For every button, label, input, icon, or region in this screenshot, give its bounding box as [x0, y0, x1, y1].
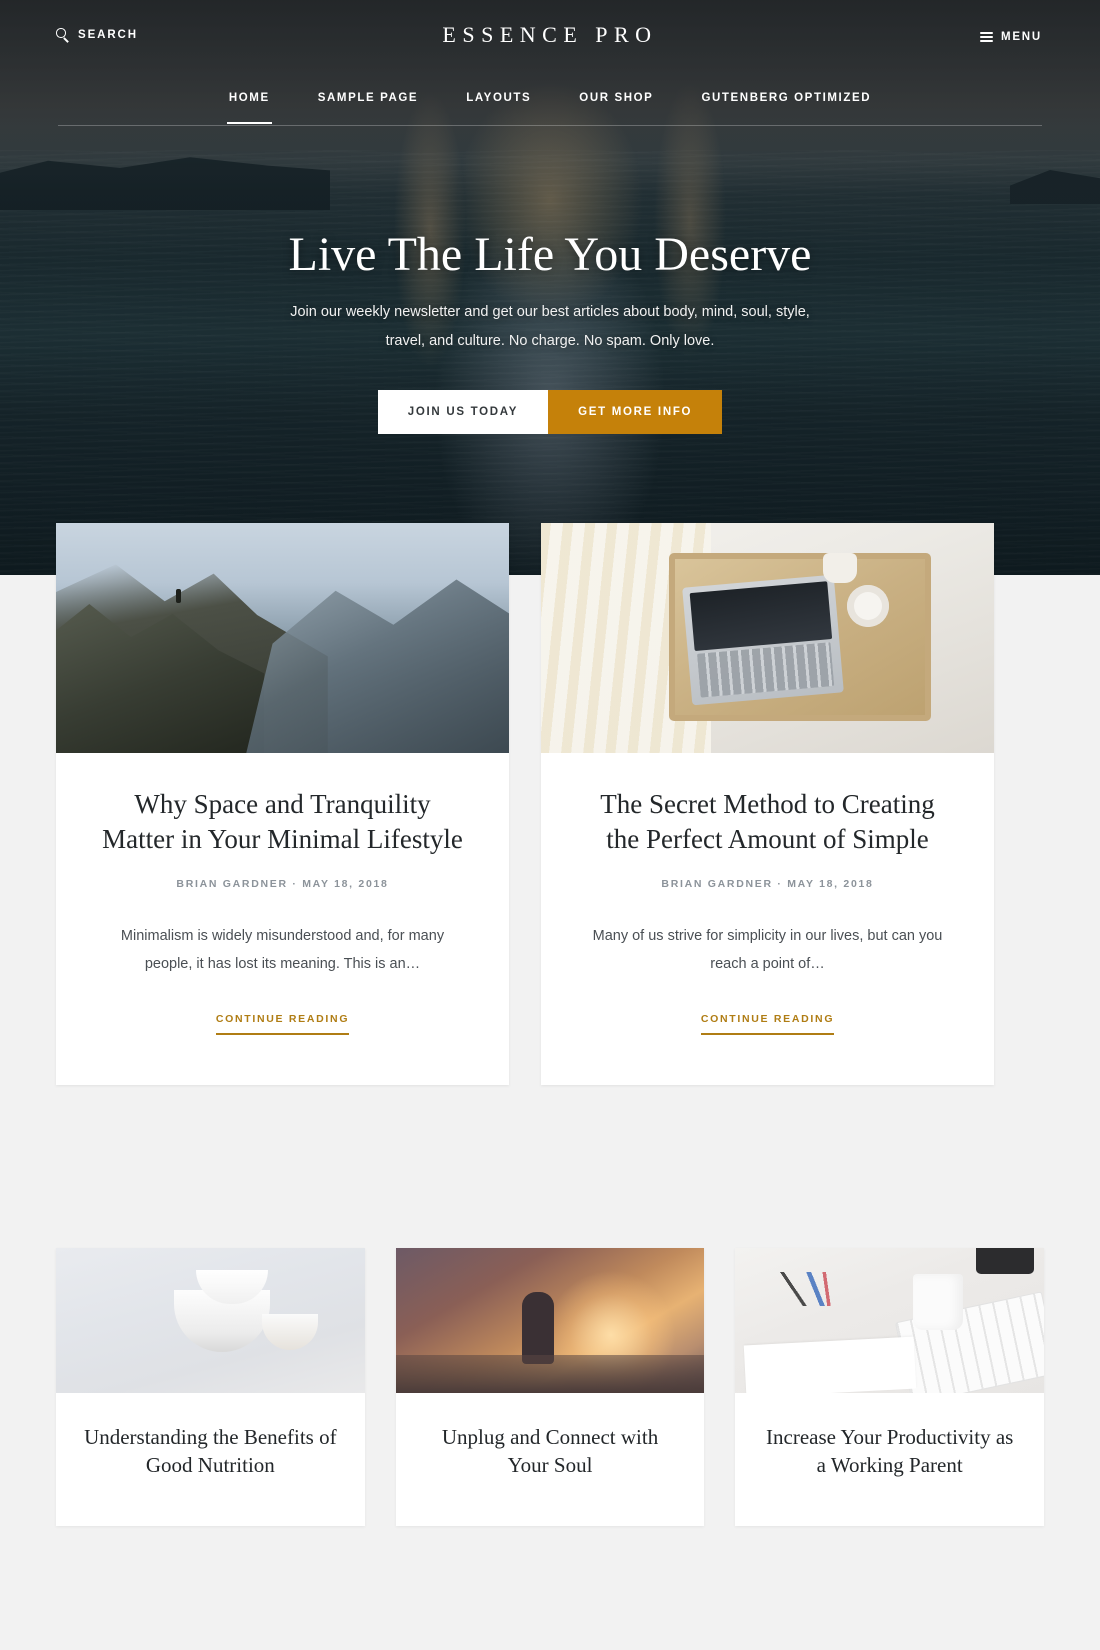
nav-item-sample-page[interactable]: SAMPLE PAGE: [294, 80, 442, 108]
featured-posts-grid: Why Space and Tranquility Matter in Your…: [56, 523, 1044, 1085]
top-bar: SEARCH ESSENCE PRO MENU: [0, 0, 1100, 78]
nav-item-gutenberg-optimized[interactable]: GUTENBERG OPTIMIZED: [677, 80, 895, 108]
post-title[interactable]: The Secret Method to Creating the Perfec…: [587, 787, 948, 856]
site-title[interactable]: ESSENCE PRO: [0, 22, 1100, 48]
hero-section: SEARCH ESSENCE PRO MENU HOME SAMPLE PAGE…: [0, 0, 1100, 575]
desk-coffee-keyboard-photo[interactable]: [735, 1248, 1045, 1393]
menu-label: MENU: [1000, 31, 1042, 43]
laptop-breakfast-tray-photo[interactable]: [541, 523, 994, 753]
recent-posts-grid: Understanding the Benefits of Good Nutri…: [56, 1248, 1045, 1526]
hero-button-group: JOIN US TODAY GET MORE INFO: [0, 389, 1100, 434]
post-excerpt: Many of us strive for simplicity in our …: [592, 928, 943, 973]
recent-post-card[interactable]: Understanding the Benefits of Good Nutri…: [56, 1248, 365, 1526]
post-title[interactable]: Why Space and Tranquility Matter in Your…: [102, 787, 463, 856]
nav-item-layouts[interactable]: LAYOUTS: [442, 80, 555, 108]
post-title[interactable]: Understanding the Benefits of Good Nutri…: [82, 1423, 339, 1480]
continue-reading-link[interactable]: CONTINUE READING: [215, 1013, 350, 1035]
hero-title: Live The Life You Deserve: [288, 228, 812, 281]
post-byline: BRIAN GARDNER · MAY 18, 2018: [661, 878, 874, 891]
post-excerpt: Minimalism is widely misunderstood and, …: [120, 928, 445, 973]
post-title[interactable]: Increase Your Productivity as a Working …: [761, 1423, 1018, 1480]
join-us-today-button[interactable]: JOIN US TODAY: [377, 389, 549, 434]
sunset-hiker-photo[interactable]: [395, 1248, 705, 1393]
primary-navigation: HOME SAMPLE PAGE LAYOUTS OUR SHOP GUTENB…: [58, 80, 1042, 126]
post-title[interactable]: Unplug and Connect with Your Soul: [422, 1423, 679, 1480]
nav-item-our-shop[interactable]: OUR SHOP: [555, 80, 677, 108]
recent-post-card[interactable]: Increase Your Productivity as a Working …: [735, 1248, 1045, 1526]
white-bowls-photo[interactable]: [56, 1248, 365, 1393]
hero-subtitle: Join our weekly newsletter and get our b…: [290, 303, 810, 349]
continue-reading-link[interactable]: CONTINUE READING: [700, 1013, 835, 1035]
canyon-landscape-photo[interactable]: [56, 523, 509, 753]
featured-post-card[interactable]: The Secret Method to Creating the Perfec…: [541, 523, 994, 1085]
nav-item-home[interactable]: HOME: [205, 80, 294, 124]
featured-post-card[interactable]: Why Space and Tranquility Matter in Your…: [56, 523, 509, 1085]
hero-content: Live The Life You Deserve Join our weekl…: [0, 228, 1100, 434]
menu-button[interactable]: MENU: [979, 31, 1042, 43]
post-byline: BRIAN GARDNER · MAY 18, 2018: [176, 878, 389, 891]
get-more-info-button[interactable]: GET MORE INFO: [548, 389, 723, 434]
hamburger-icon: [979, 32, 993, 42]
recent-post-card[interactable]: Unplug and Connect with Your Soul: [395, 1248, 705, 1526]
